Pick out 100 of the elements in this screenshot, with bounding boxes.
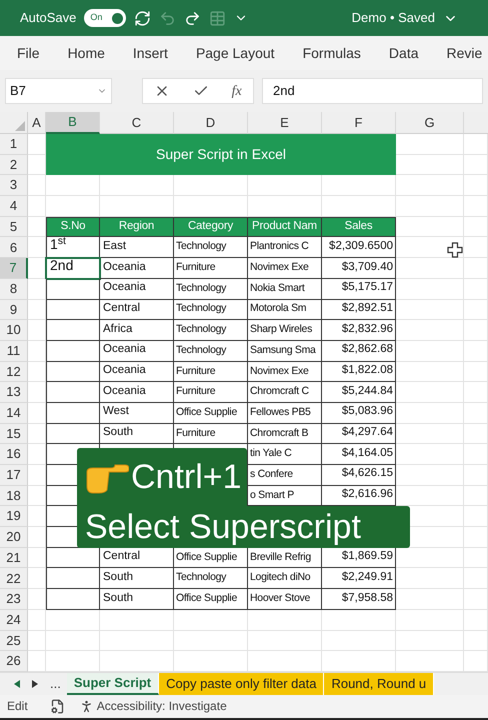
row-header[interactable]: 21: [0, 548, 28, 568]
grid-cell[interactable]: [396, 630, 464, 652]
grid-cell[interactable]: [464, 486, 488, 506]
ribbon-tab[interactable]: Insert: [132, 42, 168, 64]
formula-field[interactable]: 2nd: [262, 78, 483, 104]
column-header[interactable]: G: [396, 112, 464, 134]
grid-cell[interactable]: [396, 154, 464, 176]
table-cell[interactable]: [46, 424, 100, 444]
grid-cell[interactable]: [464, 465, 488, 486]
grid-cell[interactable]: [464, 362, 488, 382]
redo-icon[interactable]: [184, 10, 202, 26]
table-cell[interactable]: West: [100, 402, 174, 424]
ribbon-tab[interactable]: Home: [68, 42, 105, 64]
row-header[interactable]: 16: [0, 444, 28, 465]
table-cell[interactable]: $4,626.15: [322, 465, 396, 486]
row-header[interactable]: 25: [0, 630, 28, 652]
table-cell[interactable]: $2,249.91: [322, 568, 396, 590]
grid-cell[interactable]: [28, 548, 46, 568]
grid-cell[interactable]: [28, 237, 46, 258]
table-cell[interactable]: $2,309.6500: [322, 237, 396, 258]
sheet-tab[interactable]: Round, Round u: [324, 672, 434, 695]
table-cell[interactable]: South: [100, 424, 174, 444]
table-cell[interactable]: Oceania: [100, 278, 174, 300]
grid-cell[interactable]: [396, 216, 464, 238]
table-cell[interactable]: [46, 278, 100, 300]
save-icon[interactable]: [134, 10, 152, 26]
table-cell[interactable]: Chromcraft B: [248, 424, 322, 444]
row-header[interactable]: 5: [0, 216, 28, 238]
column-header[interactable]: B: [46, 112, 100, 134]
row-header[interactable]: 3: [0, 175, 28, 196]
grid-cell[interactable]: [28, 506, 46, 528]
grid-cell[interactable]: [464, 630, 488, 652]
autosave-toggle[interactable]: On: [84, 9, 126, 27]
table-cell[interactable]: South: [100, 589, 174, 610]
column-header[interactable]: F: [322, 112, 396, 134]
grid-cell[interactable]: [322, 175, 396, 196]
table-cell[interactable]: Oceania: [100, 258, 174, 279]
table-cell[interactable]: [46, 340, 100, 362]
table-cell[interactable]: $2,832.96: [322, 320, 396, 341]
grid-cell[interactable]: [396, 444, 464, 465]
table-cell[interactable]: [46, 402, 100, 424]
table-cell[interactable]: Furniture: [174, 424, 248, 444]
table-cell[interactable]: [46, 589, 100, 610]
table-cell[interactable]: Office Supplie: [174, 402, 248, 424]
table-cell[interactable]: [46, 362, 100, 382]
grid-cell[interactable]: [464, 527, 488, 548]
row-header[interactable]: 11: [0, 340, 28, 362]
grid-cell[interactable]: [28, 278, 46, 300]
grid-cell[interactable]: [464, 216, 488, 238]
table-cell[interactable]: Technology: [174, 568, 248, 590]
column-header[interactable]: C: [100, 112, 174, 134]
table-cell[interactable]: Technology: [174, 300, 248, 320]
grid-cell[interactable]: [464, 154, 488, 176]
grid-cell[interactable]: [100, 610, 174, 630]
grid-cell[interactable]: [28, 134, 46, 155]
table-cell[interactable]: Samsung Sma: [248, 340, 322, 362]
table-cell[interactable]: East: [100, 237, 174, 258]
grid-cell[interactable]: [396, 320, 464, 341]
grid-cell[interactable]: [464, 382, 488, 403]
grid-cell[interactable]: [248, 610, 322, 630]
select-all-button[interactable]: [0, 112, 28, 134]
row-header[interactable]: 15: [0, 424, 28, 444]
table-cell[interactable]: $5,175.17: [322, 278, 396, 300]
table-cell[interactable]: Furniture: [174, 362, 248, 382]
grid-cell[interactable]: [396, 424, 464, 444]
table-cell[interactable]: [46, 320, 100, 341]
grid-cell[interactable]: [396, 610, 464, 630]
grid-cell[interactable]: [28, 320, 46, 341]
table-cell[interactable]: Furniture: [174, 258, 248, 279]
row-header[interactable]: 7: [0, 258, 28, 279]
ribbon-tab[interactable]: Data: [388, 42, 418, 64]
grid-cell[interactable]: [396, 402, 464, 424]
grid-cell[interactable]: [28, 527, 46, 548]
row-header[interactable]: 9: [0, 300, 28, 320]
table-header[interactable]: Sales: [322, 216, 396, 238]
grid-cell[interactable]: [396, 175, 464, 196]
row-header[interactable]: 6: [0, 237, 28, 258]
grid-cell[interactable]: [464, 506, 488, 528]
grid-cell[interactable]: [464, 548, 488, 568]
ribbon-tab[interactable]: Page Layout: [196, 42, 275, 64]
table-cell[interactable]: South: [100, 568, 174, 590]
grid-cell[interactable]: [28, 465, 46, 486]
workbook-stats-icon[interactable]: [50, 698, 65, 714]
table-cell[interactable]: Technology: [174, 237, 248, 258]
table-cell[interactable]: Fellowes PB5: [248, 402, 322, 424]
sheet-tab[interactable]: Super Script: [66, 672, 160, 695]
table-cell[interactable]: $5,083.96: [322, 402, 396, 424]
table-header[interactable]: S.No: [46, 216, 100, 238]
table-cell[interactable]: Logitech diNo: [248, 568, 322, 590]
row-header[interactable]: 1: [0, 134, 28, 155]
table-cell[interactable]: s Confere: [248, 465, 322, 486]
grid-cell[interactable]: [28, 630, 46, 652]
grid-cell[interactable]: [396, 300, 464, 320]
grid-cell[interactable]: [28, 610, 46, 630]
table-cell[interactable]: Novimex Exe: [248, 362, 322, 382]
grid-cell[interactable]: [396, 196, 464, 217]
row-header[interactable]: 13: [0, 382, 28, 403]
table-cell[interactable]: $2,892.51: [322, 300, 396, 320]
grid-cell[interactable]: [396, 382, 464, 403]
scroll-right-icon[interactable]: [32, 680, 38, 688]
